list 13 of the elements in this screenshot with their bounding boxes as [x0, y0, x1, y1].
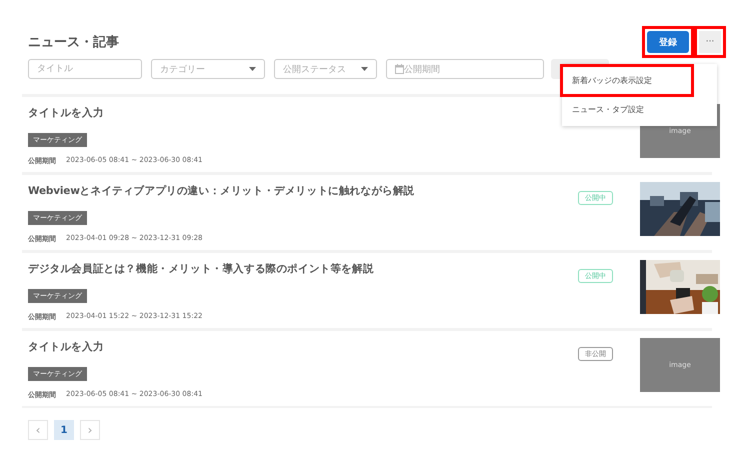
- page-title: ニュース・記事: [28, 34, 119, 51]
- menu-item[interactable]: ニュース・タブ設定: [562, 95, 717, 124]
- calendar-icon: [395, 64, 404, 74]
- caret-icon: [361, 67, 368, 71]
- article-title[interactable]: Webviewとネイティブアプリの違い：メリット・デメリットに触れながら解説: [28, 184, 578, 198]
- page-button[interactable]: 1: [54, 420, 74, 440]
- more-button[interactable]: ···: [699, 31, 721, 53]
- caret-icon: [249, 67, 256, 71]
- article-title[interactable]: デジタル会員証とは？機能・メリット・導入する際のポイント等を解説: [28, 262, 578, 276]
- article-title[interactable]: タイトルを入力: [28, 340, 578, 354]
- register-button[interactable]: 登録: [647, 31, 689, 53]
- menu-item[interactable]: 新着バッジの表示設定: [562, 66, 692, 95]
- title-field[interactable]: タイトル: [28, 59, 142, 79]
